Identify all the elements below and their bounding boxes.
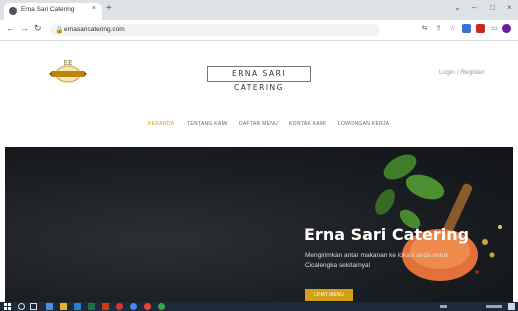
- url-text[interactable]: ernasaricatering.com: [64, 26, 125, 33]
- profile-avatar-icon[interactable]: [502, 24, 511, 33]
- nav-item-lowongan-kerja[interactable]: LOWONGAN KERJA: [338, 121, 389, 127]
- maps-app-icon[interactable]: [158, 303, 165, 310]
- address-bar[interactable]: 🔒 ernasaricatering.com: [50, 24, 380, 36]
- browser-app-icon[interactable]: [144, 303, 151, 310]
- browser-tab[interactable]: Erna Sari Catering ×: [4, 3, 102, 20]
- nav-item-beranda[interactable]: BERANDA: [148, 121, 174, 127]
- login-register-link[interactable]: Login / Register: [439, 69, 485, 76]
- forward-icon[interactable]: →: [20, 23, 29, 33]
- start-windows-icon[interactable]: [4, 303, 11, 310]
- svg-text:EE: EE: [64, 60, 73, 67]
- media-icon[interactable]: [116, 303, 123, 310]
- nav-item-kontak-kami[interactable]: KONTAK KAMI: [289, 121, 326, 127]
- reload-icon[interactable]: ↻: [34, 23, 42, 34]
- sidebar-icon[interactable]: ▭: [490, 24, 499, 33]
- close-tab-icon[interactable]: ×: [92, 5, 96, 12]
- catering-logo-icon[interactable]: EE: [48, 54, 88, 88]
- taskbar-app-icon[interactable]: [46, 303, 53, 310]
- hero-title: Erna Sari Catering: [304, 225, 470, 244]
- nav-item-tentang-kami[interactable]: TENTANG KAMI: [187, 121, 228, 127]
- search-icon[interactable]: [18, 303, 25, 310]
- web-page: EE ERNA SARI CATERING Login / Register B…: [0, 41, 518, 302]
- file-explorer-icon[interactable]: [60, 303, 67, 310]
- close-window-button[interactable]: ×: [507, 3, 512, 12]
- minimize-button[interactable]: –: [472, 3, 476, 12]
- back-icon[interactable]: ←: [6, 23, 15, 33]
- extension-red-icon[interactable]: [476, 24, 485, 33]
- hero-description: Mengirimkan antar makanan ke lokasi anda…: [305, 252, 449, 269]
- brand-title: ERNA SARI CATERING: [207, 66, 311, 92]
- nav-item-daftar-menu[interactable]: DAFTAR MENU: [239, 121, 278, 127]
- clock[interactable]: [486, 305, 502, 308]
- lock-icon[interactable]: 🔒: [55, 26, 64, 34]
- site-favicon-icon: [9, 7, 17, 15]
- task-view-icon[interactable]: [30, 303, 37, 310]
- browser-window: Erna Sari Catering × + ⌄ – □ × ← → ↻ 🔒 e…: [0, 0, 518, 311]
- share-icon[interactable]: ⇪: [434, 24, 443, 33]
- tab-strip: Erna Sari Catering × + ⌄ – □ ×: [0, 0, 518, 20]
- tab-title: Erna Sari Catering: [21, 6, 75, 13]
- taskbar: [0, 302, 518, 311]
- notification-icon[interactable]: [508, 303, 515, 310]
- maximize-button[interactable]: □: [490, 3, 495, 12]
- hero-banner: Erna Sari Catering Mengirimkan antar mak…: [5, 147, 513, 302]
- system-tray-icons[interactable]: [440, 305, 447, 308]
- bookmark-star-icon[interactable]: ☆: [448, 24, 457, 33]
- excel-icon[interactable]: [88, 303, 95, 310]
- tab-search-icon[interactable]: ⌄: [454, 3, 461, 12]
- chrome-icon[interactable]: [130, 303, 137, 310]
- powerpoint-icon[interactable]: [102, 303, 109, 310]
- view-menu-button[interactable]: LIHAT MENU: [305, 289, 353, 301]
- extension-icon[interactable]: [462, 24, 471, 33]
- word-icon[interactable]: [74, 303, 81, 310]
- translate-icon[interactable]: ⇆: [420, 24, 429, 33]
- toolbar: ← → ↻ 🔒 ernasaricatering.com ⇆ ⇪ ☆ ▭: [0, 20, 518, 41]
- new-tab-button[interactable]: +: [106, 3, 112, 15]
